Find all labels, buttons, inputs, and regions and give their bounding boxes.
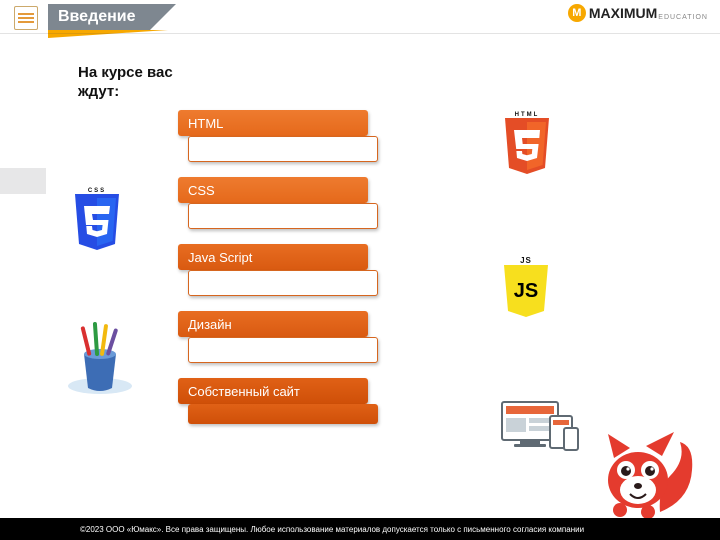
header-underline [0, 33, 720, 34]
topic-bar: Дизайн [178, 311, 368, 337]
topic-bar: Java Script [178, 244, 368, 270]
topic-sub-bar [188, 337, 378, 363]
footer: ©2023 ООО «Юмакс». Все права защищены. Л… [0, 518, 720, 540]
topic-bar: Собственный сайт [178, 378, 368, 404]
topic-label: Собственный сайт [188, 384, 300, 399]
accent-triangle [48, 30, 168, 38]
js-icon: JS JS [500, 256, 552, 326]
topics-list: HTML CSS Java Script Дизайн Собственный … [178, 110, 378, 432]
topic-label: Дизайн [188, 317, 232, 332]
slide-header: Введение M MAXIMUM EDUCATION [0, 0, 720, 36]
topic-sub-bar [188, 270, 378, 296]
left-tab-accent [0, 168, 46, 194]
footer-text: ©2023 ООО «Юмакс». Все права защищены. Л… [80, 525, 584, 534]
design-tools-icon [60, 318, 140, 403]
topic-sub-bar [188, 404, 378, 424]
title-bar: Введение [48, 4, 150, 30]
logo-mark-icon: M [568, 4, 586, 22]
topic-label: HTML [188, 116, 223, 131]
topic-bar: HTML [178, 110, 368, 136]
topic-css: CSS [178, 177, 378, 229]
logo-sub: EDUCATION [658, 14, 708, 21]
topic-html: HTML [178, 110, 378, 162]
slide-title: Введение [58, 8, 136, 26]
topic-design: Дизайн [178, 311, 378, 363]
topic-label: Java Script [188, 250, 252, 265]
logo-brand: MAXIMUM [589, 5, 657, 21]
responsive-devices-icon [496, 398, 582, 459]
topic-label: CSS [188, 183, 215, 198]
fox-mascot-icon [590, 420, 700, 525]
slide: Введение M MAXIMUM EDUCATION На курсе ва… [0, 0, 720, 540]
topic-sub-bar [188, 136, 378, 162]
subtitle: На курсе вас ждут: [78, 64, 218, 102]
svg-text:JS: JS [514, 280, 538, 302]
topic-js: Java Script [178, 244, 378, 296]
brand-logo: M MAXIMUM EDUCATION [568, 4, 708, 22]
doc-icon [14, 6, 38, 30]
css3-icon: CSS [70, 188, 124, 259]
html5-icon: HTML [500, 112, 554, 183]
topic-own-site: Собственный сайт [178, 378, 378, 424]
topic-sub-bar [188, 203, 378, 229]
topic-bar: CSS [178, 177, 368, 203]
